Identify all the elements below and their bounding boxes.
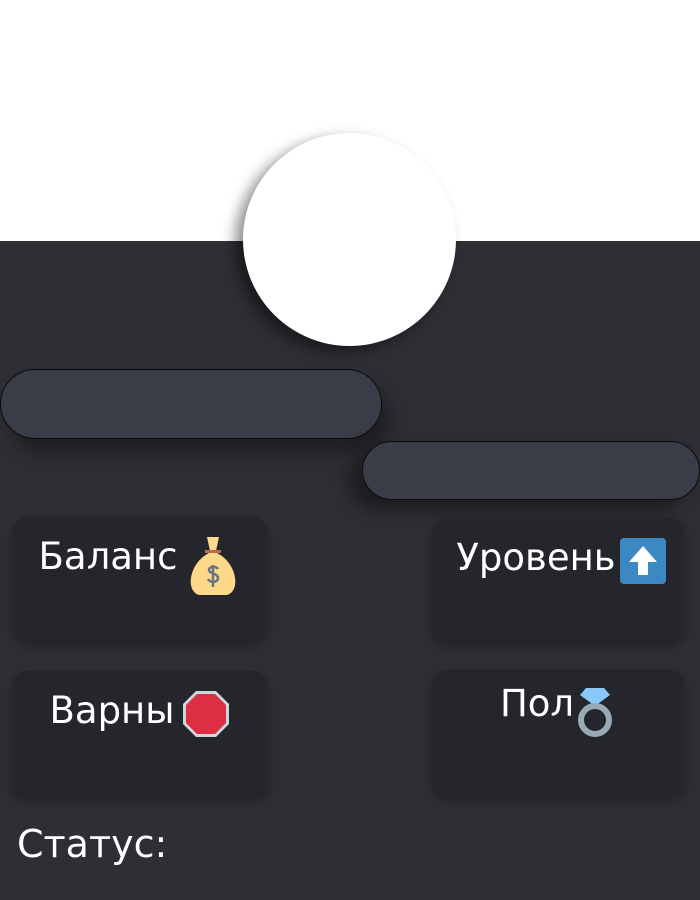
level-card[interactable]: Уровень [432,518,684,642]
warns-card[interactable]: Варны [13,671,267,797]
avatar[interactable] [243,133,456,346]
status-label: Статус: [17,822,168,866]
gender-label: Пол [499,682,575,725]
money-bag-icon [191,537,236,595]
name-field [0,369,382,439]
id-field [362,441,700,500]
stop-sign-icon [183,691,230,737]
up-arrow-icon [619,538,666,584]
level-label: Уровень [456,536,616,579]
gender-card[interactable]: Пол [432,670,684,796]
warns-label: Варны [49,689,175,732]
balance-card[interactable]: Баланс [13,517,267,641]
balance-label: Баланс [38,535,178,578]
ring-icon [578,688,613,737]
